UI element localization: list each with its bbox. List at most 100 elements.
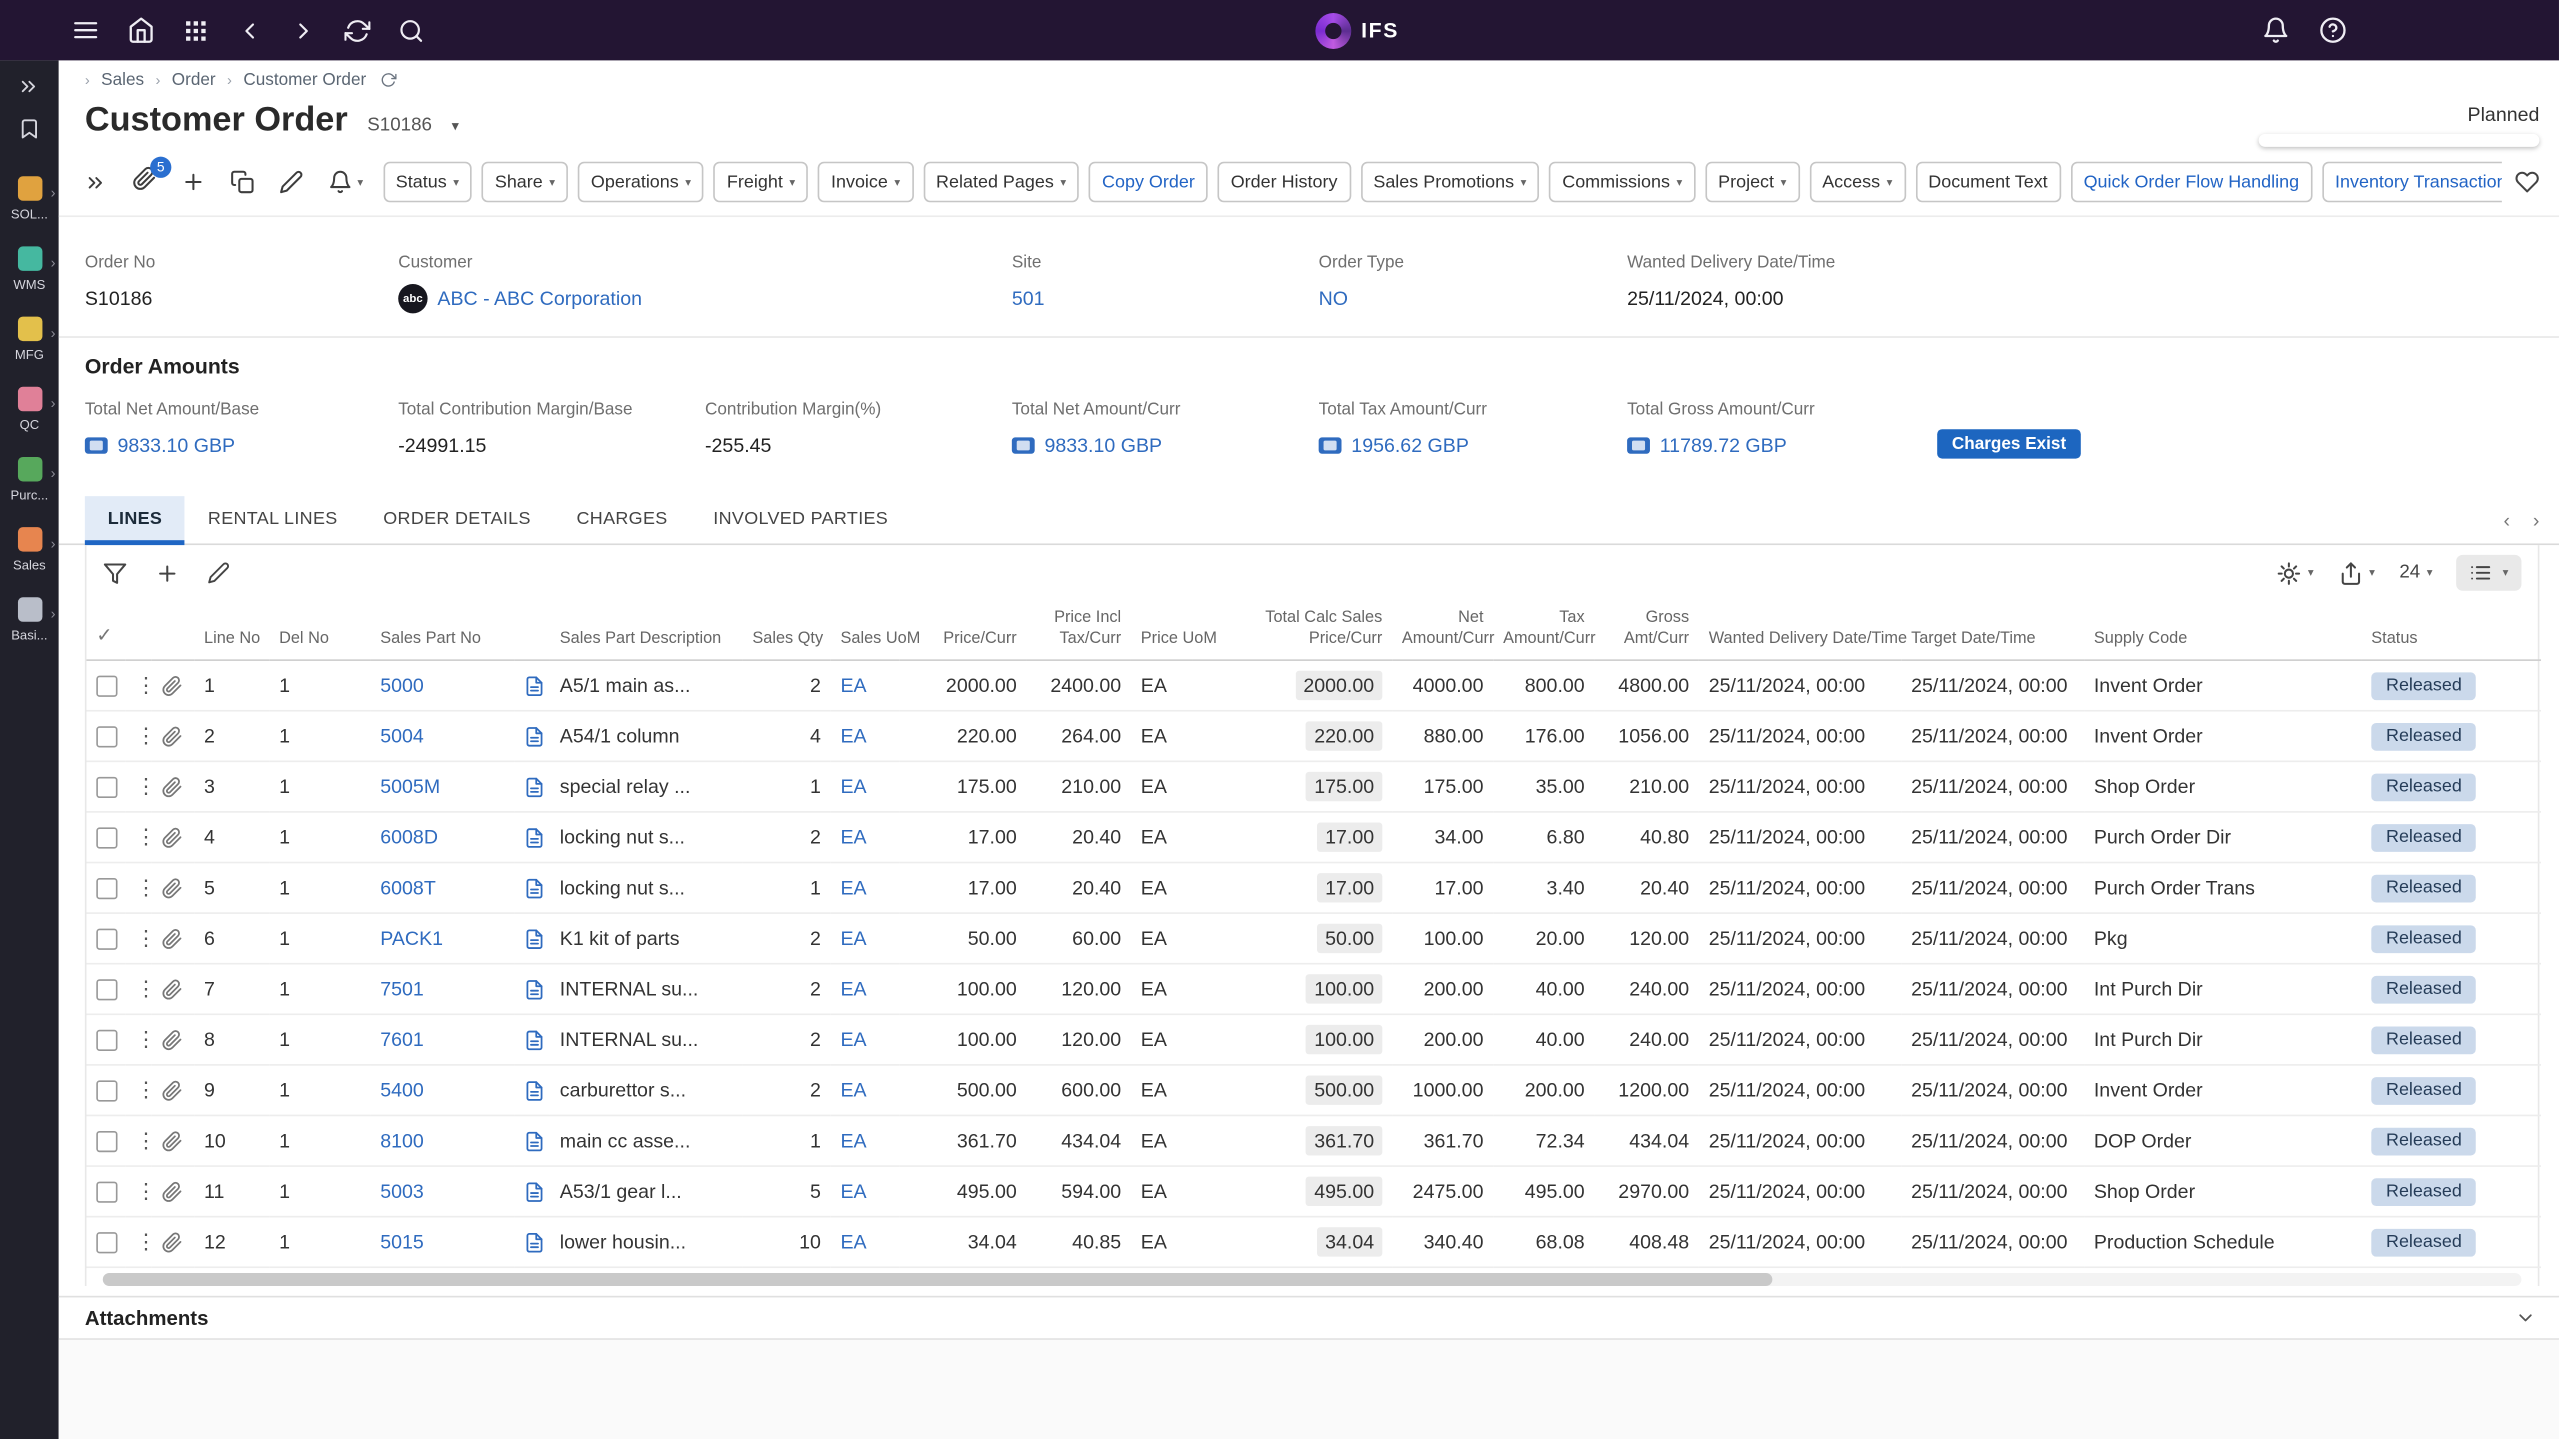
field-value-text[interactable]: ABC - ABC Corporation xyxy=(437,287,642,310)
column-header-net[interactable]: Net Amount/Curr xyxy=(1392,601,1493,661)
table-row[interactable]: ⋮ 7 1 7501 INTERNAL su... 2 EA 100.00 12… xyxy=(86,964,2541,1015)
table-settings-gear-icon[interactable]: ▾ xyxy=(2277,561,2314,585)
help-icon[interactable] xyxy=(2319,16,2347,44)
breadcrumb-item-sales[interactable]: Sales xyxy=(101,70,144,90)
sales-part-no-link[interactable]: 6008T xyxy=(380,876,436,899)
attachment-paperclip-icon[interactable] xyxy=(162,1080,183,1101)
hamburger-menu-icon[interactable] xyxy=(72,16,100,44)
share-button[interactable]: Share▾ xyxy=(482,162,568,203)
column-header-price-incl-tax[interactable]: Price Incl Tax/Curr xyxy=(1027,601,1131,661)
column-header-price-uom[interactable]: Price UoM xyxy=(1131,601,1193,661)
attachment-paperclip-icon[interactable] xyxy=(162,978,183,999)
sales-part-no-link[interactable]: 8100 xyxy=(380,1129,424,1152)
filter-icon[interactable] xyxy=(103,561,127,585)
table-row[interactable]: ⋮ 1 1 5000 A5/1 main as... 2 EA 2000.00 … xyxy=(86,660,2541,711)
row-checkbox[interactable] xyxy=(96,1131,117,1152)
sales-part-no-link[interactable]: 5005M xyxy=(380,775,440,798)
duplicate-icon[interactable] xyxy=(230,170,254,194)
row-checkbox[interactable] xyxy=(96,777,117,798)
refresh-icon[interactable] xyxy=(344,17,370,43)
table-row[interactable]: ⋮ 3 1 5005M special relay ... 1 EA 175.0… xyxy=(86,761,2541,812)
sales-uom-link[interactable]: EA xyxy=(840,927,866,950)
field-value-text[interactable]: NO xyxy=(1319,287,1348,310)
copy-order-button[interactable]: Copy Order xyxy=(1089,162,1208,203)
export-icon[interactable]: ▾ xyxy=(2338,561,2375,585)
page-size-selector[interactable]: 24 ▾ xyxy=(2399,563,2432,583)
bookmark-icon[interactable] xyxy=(18,118,41,141)
row-checkbox[interactable] xyxy=(96,1081,117,1102)
table-row[interactable]: ⋮ 6 1 PACK1 K1 kit of parts 2 EA 50.00 6… xyxy=(86,913,2541,964)
column-header-status[interactable]: Status xyxy=(2362,601,2542,661)
attachment-paperclip-icon[interactable] xyxy=(162,725,183,746)
breadcrumb-refresh-icon[interactable] xyxy=(381,72,397,88)
row-checkbox[interactable] xyxy=(96,726,117,747)
sales-uom-link[interactable]: EA xyxy=(840,978,866,1001)
row-checkbox[interactable] xyxy=(96,1232,117,1253)
column-header-gross[interactable]: Gross Amt/Curr xyxy=(1594,601,1698,661)
attachment-paperclip-icon[interactable] xyxy=(162,1181,183,1202)
add-icon[interactable] xyxy=(181,170,205,194)
field-value-text[interactable]: 501 xyxy=(1012,287,1045,310)
quick-order-flow-handling-button[interactable]: Quick Order Flow Handling xyxy=(2071,162,2313,203)
document-icon[interactable] xyxy=(524,776,545,797)
document-icon[interactable] xyxy=(524,1181,545,1202)
tab-scroll-left-icon[interactable]: ‹ xyxy=(2503,509,2510,532)
chevron-down-icon[interactable] xyxy=(2515,1307,2536,1328)
sidebar-item-basi[interactable]: Basi...› xyxy=(0,584,59,654)
sales-uom-link[interactable]: EA xyxy=(840,725,866,748)
document-icon[interactable] xyxy=(524,675,545,696)
table-row[interactable]: ⋮ 11 1 5003 A53/1 gear l... 5 EA 495.00 … xyxy=(86,1166,2541,1217)
chevron-down-icon[interactable]: ▾ xyxy=(357,175,363,188)
row-checkbox[interactable] xyxy=(96,1182,117,1203)
document-icon[interactable] xyxy=(524,1231,545,1252)
sidebar-item-sol[interactable]: SOL...› xyxy=(0,163,59,233)
column-header-sales-part-no[interactable]: Sales Part No xyxy=(370,601,514,661)
edit-line-icon[interactable] xyxy=(207,561,230,584)
table-row[interactable]: ⋮ 10 1 8100 main cc asse... 1 EA 361.70 … xyxy=(86,1115,2541,1166)
row-checkbox[interactable] xyxy=(96,1030,117,1051)
tab-involved-parties[interactable]: INVOLVED PARTIES xyxy=(690,496,911,545)
access-button[interactable]: Access▾ xyxy=(1809,162,1905,203)
sales-uom-link[interactable]: EA xyxy=(840,1180,866,1203)
document-icon[interactable] xyxy=(524,928,545,949)
sales-part-no-link[interactable]: 5000 xyxy=(380,674,424,697)
project-button[interactable]: Project▾ xyxy=(1705,162,1799,203)
sales-uom-link[interactable]: EA xyxy=(840,1079,866,1102)
column-header-total-calc[interactable]: Total Calc Sales Price/Curr xyxy=(1193,601,1392,661)
row-checkbox[interactable] xyxy=(96,929,117,950)
column-header-line-no[interactable]: Line No xyxy=(194,601,269,661)
inventory-transactions-button[interactable]: Inventory Transactions xyxy=(2322,162,2502,203)
tab-rental-lines[interactable]: RENTAL LINES xyxy=(185,496,360,545)
breadcrumb-item-order[interactable]: Order xyxy=(172,70,216,90)
field-value-text[interactable]: 1956.62 GBP xyxy=(1351,434,1469,457)
freight-button[interactable]: Freight▾ xyxy=(714,162,808,203)
home-icon[interactable] xyxy=(127,16,155,44)
column-header-target-date[interactable]: Target Date/Time xyxy=(1901,601,2084,661)
attachment-paperclip-icon[interactable] xyxy=(162,877,183,898)
column-header-description[interactable]: Sales Part Description xyxy=(550,601,743,661)
document-icon[interactable] xyxy=(524,1130,545,1151)
row-menu-kebab-icon[interactable]: ⋮ xyxy=(135,1229,151,1253)
field-value-text[interactable]: 9833.10 GBP xyxy=(118,434,236,457)
field-value-text[interactable]: 9833.10 GBP xyxy=(1044,434,1162,457)
row-menu-kebab-icon[interactable]: ⋮ xyxy=(135,976,151,1000)
tab-lines[interactable]: LINES xyxy=(85,496,185,545)
row-checkbox[interactable] xyxy=(96,828,117,849)
commissions-button[interactable]: Commissions▾ xyxy=(1549,162,1695,203)
table-row[interactable]: ⋮ 2 1 5004 A54/1 column 4 EA 220.00 264.… xyxy=(86,711,2541,762)
sidebar-item-qc[interactable]: QC› xyxy=(0,374,59,444)
sales-promotions-button[interactable]: Sales Promotions▾ xyxy=(1360,162,1539,203)
sales-uom-link[interactable]: EA xyxy=(840,775,866,798)
status-button[interactable]: Status▾ xyxy=(383,162,472,203)
table-row[interactable]: ⋮ 9 1 5400 carburettor s... 2 EA 500.00 … xyxy=(86,1065,2541,1116)
tab-scroll-right-icon[interactable]: › xyxy=(2533,509,2540,532)
attachment-paperclip-icon[interactable] xyxy=(162,1231,183,1252)
document-icon[interactable] xyxy=(524,978,545,999)
search-icon[interactable] xyxy=(398,17,424,43)
attachment-paperclip-icon[interactable] xyxy=(162,928,183,949)
column-header-del-no[interactable]: Del No xyxy=(269,601,370,661)
more-commands-icon[interactable] xyxy=(85,171,108,194)
sales-uom-link[interactable]: EA xyxy=(840,876,866,899)
breadcrumb-item-customer-order[interactable]: Customer Order xyxy=(243,70,366,90)
table-row[interactable]: ⋮ 5 1 6008T locking nut s... 1 EA 17.00 … xyxy=(86,863,2541,914)
